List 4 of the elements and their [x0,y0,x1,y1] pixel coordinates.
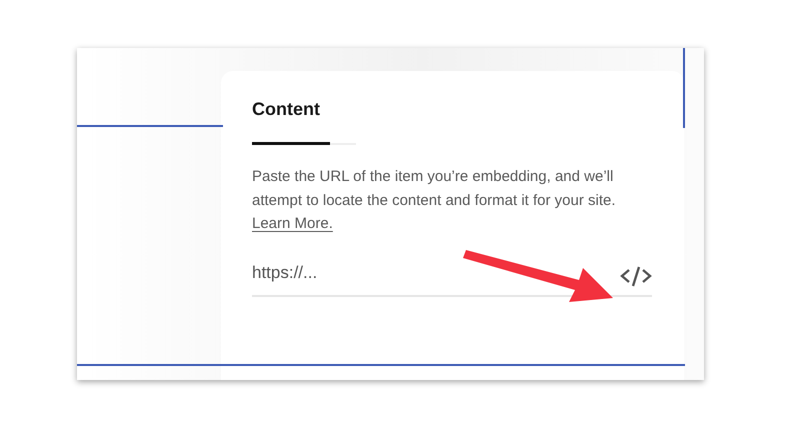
learn-more-link[interactable]: Learn More. [252,215,333,232]
code-icon[interactable] [620,264,652,286]
description-text: Paste the URL of the item you’re embedding, and we’ll attempt to locate the content and format it for your site. Learn More. [252,167,617,234]
content-tab[interactable]: Content [252,99,330,145]
